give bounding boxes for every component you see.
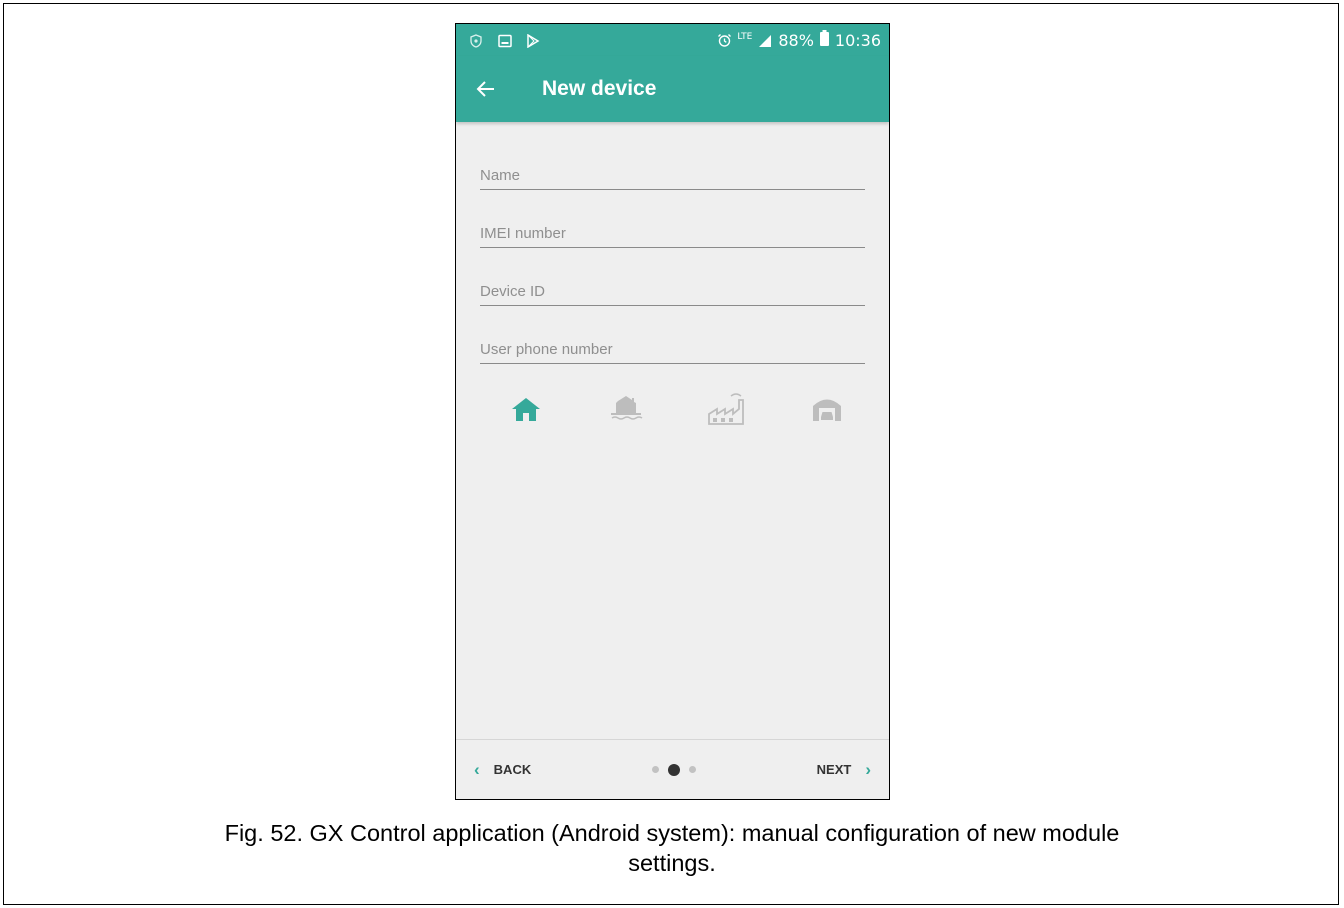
page-dot-1: [651, 766, 659, 773]
house-type-button[interactable]: [506, 394, 546, 428]
next-button[interactable]: NEXT ›: [817, 760, 871, 780]
network-type: LTE: [737, 31, 753, 42]
shield-icon: [470, 33, 484, 48]
caption-line-1: Fig. 52. GX Control application (Android…: [224, 820, 1120, 846]
back-button[interactable]: ‹ BACK: [474, 760, 531, 780]
user-phone-input[interactable]: [480, 335, 865, 364]
signal-icon: [758, 33, 772, 47]
battery-icon: [819, 30, 829, 50]
garage-icon: [810, 395, 844, 428]
arrow-left-icon[interactable]: [456, 80, 516, 98]
name-field-container: [480, 160, 865, 190]
alarm-icon: [717, 33, 732, 47]
page-title: New device: [542, 77, 657, 100]
status-bar: LTE 88% 10:36: [456, 24, 889, 56]
factory-type-button[interactable]: [707, 392, 747, 431]
page-indicator: [531, 763, 816, 776]
page-dot-2-active: [667, 763, 680, 776]
lake-house-type-button[interactable]: [606, 394, 646, 428]
garage-type-button[interactable]: [807, 394, 847, 428]
chevron-left-icon: ‹: [474, 759, 480, 779]
device-id-input[interactable]: [480, 277, 865, 306]
object-type-selector: [456, 364, 889, 428]
chevron-right-icon: ›: [865, 759, 871, 779]
imei-input[interactable]: [480, 219, 865, 248]
phone-screen: LTE 88% 10:36 New device Name IMEI numbe…: [455, 23, 890, 800]
caption-line-2: settings.: [628, 850, 716, 876]
factory-icon: [707, 392, 747, 431]
name-input[interactable]: [480, 161, 865, 190]
back-label: BACK: [493, 762, 532, 777]
phone-field-container: [480, 306, 865, 364]
play-store-icon: [526, 33, 540, 49]
figure-caption: Fig. 52. GX Control application (Android…: [20, 818, 1324, 878]
clock: 10:36: [834, 30, 881, 50]
app-bar: New device: [456, 56, 889, 122]
house-icon: [510, 396, 542, 427]
page-dot-3: [688, 766, 696, 773]
image-icon: [498, 33, 512, 48]
battery-level: 88%: [778, 30, 814, 50]
wizard-navigation: ‹ BACK NEXT ›: [456, 739, 889, 799]
imei-field-container: [480, 190, 865, 248]
next-label: NEXT: [816, 762, 852, 777]
device-form: [456, 122, 889, 364]
lake-house-icon: [608, 395, 644, 428]
device-id-field-container: [480, 248, 865, 306]
